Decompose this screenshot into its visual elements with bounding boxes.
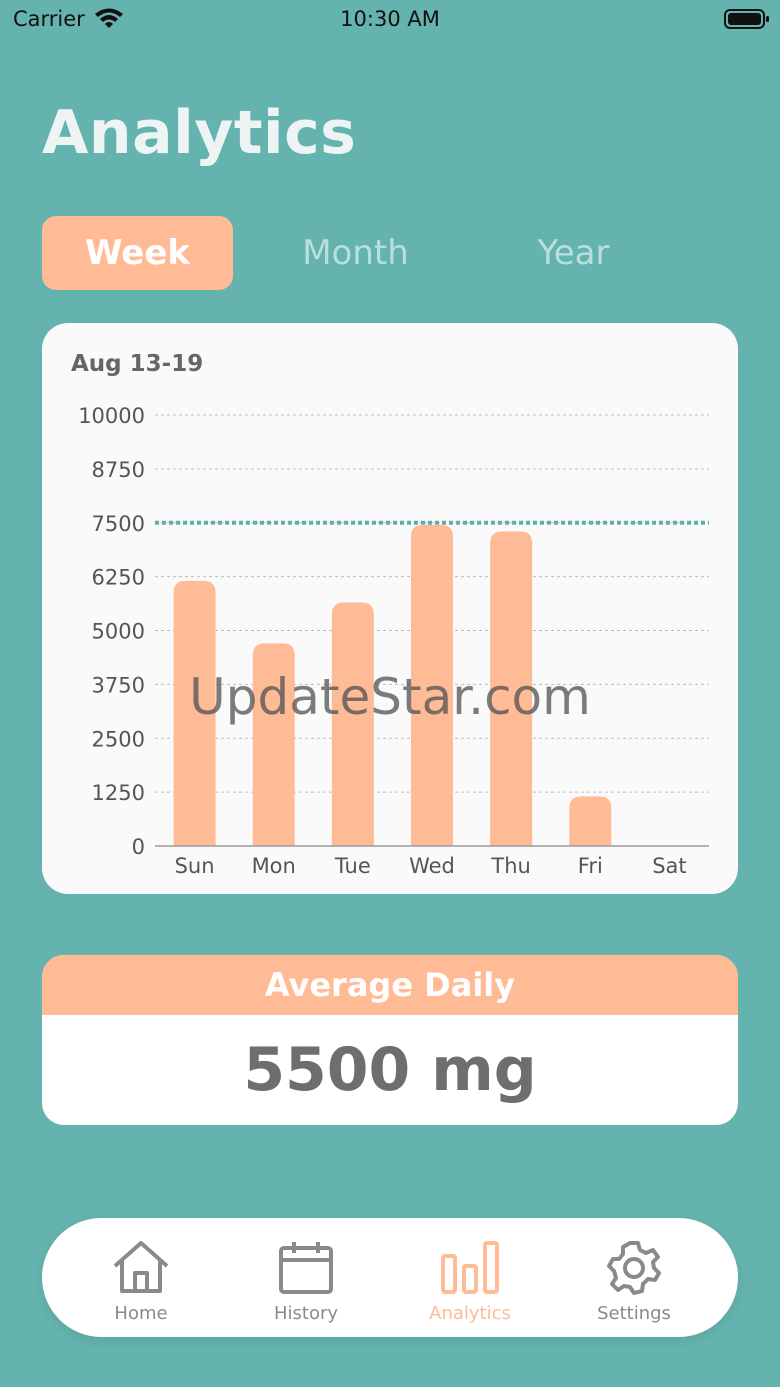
home-icon — [113, 1241, 169, 1293]
average-daily-card: Average Daily 5500 mg — [42, 955, 738, 1125]
period-segmented-control: Week Month Year — [42, 216, 738, 290]
battery-icon — [724, 9, 769, 29]
tab-settings[interactable]: Settings — [574, 1218, 694, 1337]
page-title: Analytics — [42, 98, 357, 168]
bar-fri — [569, 796, 612, 846]
tab-home-label: Home — [114, 1303, 168, 1324]
segment-week[interactable]: Week — [42, 216, 233, 290]
bar-thu — [490, 531, 533, 846]
tab-settings-label: Settings — [597, 1303, 671, 1324]
tab-bar: Home History Analytics Settings — [42, 1218, 738, 1337]
segment-month[interactable]: Month — [260, 216, 451, 290]
tab-history-label: History — [273, 1303, 339, 1324]
bar-chart-icon — [441, 1241, 499, 1294]
average-daily-value: 5500 mg — [243, 1035, 537, 1105]
tab-analytics-label: Analytics — [429, 1303, 511, 1324]
chart-card: Aug 13-19 0 1250 2500 3750 5000 6250 7500 8750 1… — [42, 323, 738, 894]
x-tick-label: Fri — [578, 854, 603, 878]
x-tick-label: Thu — [490, 854, 530, 878]
bar-sun — [173, 580, 216, 846]
tab-history[interactable]: History — [246, 1218, 366, 1337]
y-tick-label: 2500 — [92, 727, 145, 751]
gear-icon — [607, 1241, 661, 1295]
calendar-icon — [279, 1242, 333, 1294]
y-tick-label: 0 — [132, 835, 145, 859]
status-bar: Carrier 10:30 AM — [0, 0, 780, 40]
tab-home[interactable]: Home — [81, 1218, 201, 1337]
y-tick-label: 3750 — [92, 673, 145, 697]
y-tick-label: 10000 — [78, 404, 145, 428]
bar-mon — [252, 643, 295, 846]
y-tick-label: 7500 — [92, 512, 145, 536]
x-tick-label: Mon — [252, 854, 296, 878]
average-daily-label: Average Daily — [42, 955, 738, 1015]
x-tick-label: Sun — [175, 854, 215, 878]
x-tick-label: Wed — [409, 854, 455, 878]
x-tick-label: Sat — [652, 854, 686, 878]
y-tick-label: 8750 — [92, 458, 145, 482]
y-tick-label: 6250 — [92, 566, 145, 590]
bar-tue — [331, 602, 374, 846]
x-tick-label: Tue — [334, 854, 371, 878]
y-tick-label: 5000 — [92, 620, 145, 644]
tab-analytics[interactable]: Analytics — [410, 1218, 530, 1337]
bar-chart: 0 1250 2500 3750 5000 6250 7500 8750 10000 Sun Mon… — [78, 404, 709, 878]
y-tick-label: 1250 — [92, 781, 145, 805]
bar-wed — [411, 524, 453, 846]
clock: 10:30 AM — [340, 7, 440, 31]
segment-year[interactable]: Year — [478, 216, 669, 290]
